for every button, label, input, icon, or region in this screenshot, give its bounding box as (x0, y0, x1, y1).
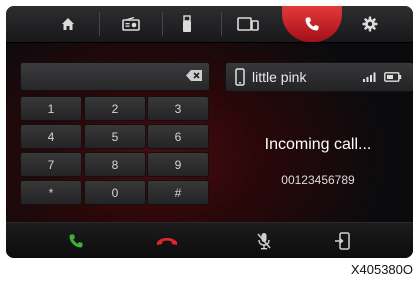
keypad-key-4[interactable]: 4 (20, 124, 82, 149)
transfer-to-phone-button[interactable] (312, 223, 372, 258)
backspace-icon[interactable] (185, 69, 203, 82)
keypad-key-2[interactable]: 2 (84, 96, 146, 121)
figure-id: X405380O (350, 262, 413, 277)
keypad-key-3[interactable]: 3 (147, 96, 209, 121)
top-tab-bar (6, 6, 413, 43)
tab-settings[interactable] (340, 6, 400, 42)
gear-icon (362, 16, 378, 32)
screen: 1 2 3 4 5 6 7 8 9 * 0 # little pink Inco… (6, 6, 413, 258)
call-status: Incoming call... (264, 136, 372, 153)
media-icon (237, 16, 259, 32)
reject-call-button[interactable] (137, 223, 197, 258)
keypad-key-1[interactable]: 1 (20, 96, 82, 121)
signal-icon (363, 72, 377, 82)
tab-media[interactable] (218, 6, 278, 42)
transfer-to-phone-icon (334, 232, 350, 250)
accept-call-icon (68, 233, 84, 249)
tab-home[interactable] (38, 6, 98, 42)
mute-microphone-icon (256, 232, 272, 250)
keypad-key-8[interactable]: 8 (84, 152, 146, 177)
accept-call-button[interactable] (46, 223, 106, 258)
device-name: little pink (252, 69, 307, 85)
smartphone-icon (235, 68, 245, 86)
dial-number-field[interactable] (20, 62, 210, 91)
reject-call-icon (156, 236, 178, 246)
keypad-key-hash[interactable]: # (147, 180, 209, 205)
call-action-bar (6, 222, 413, 258)
keypad-key-6[interactable]: 6 (147, 124, 209, 149)
connected-device-box[interactable]: little pink (225, 62, 413, 92)
tab-usb[interactable] (157, 6, 217, 42)
radio-icon (122, 17, 140, 31)
caller-number: 00123456789 (281, 173, 355, 187)
phone-icon (304, 16, 320, 32)
home-icon (60, 16, 76, 32)
keypad-key-5[interactable]: 5 (84, 124, 146, 149)
keypad-key-0[interactable]: 0 (84, 180, 146, 205)
tab-phone[interactable] (282, 6, 342, 42)
usb-icon (182, 15, 192, 33)
keypad-key-9[interactable]: 9 (147, 152, 209, 177)
keypad-key-star[interactable]: * (20, 180, 82, 205)
mute-microphone-button[interactable] (234, 223, 294, 258)
keypad-key-7[interactable]: 7 (20, 152, 82, 177)
tab-radio[interactable] (101, 6, 161, 42)
battery-icon (384, 72, 402, 82)
